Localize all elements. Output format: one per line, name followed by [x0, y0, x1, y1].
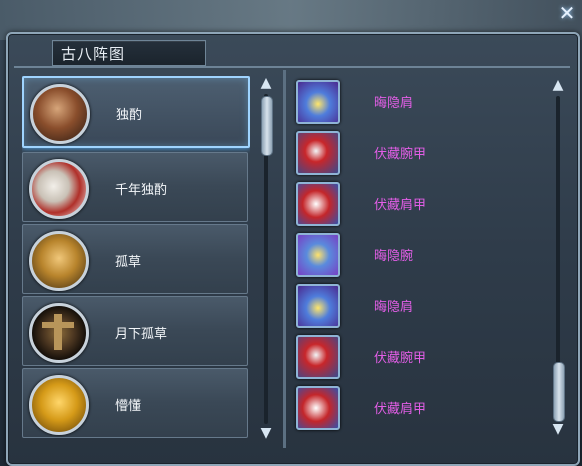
equipment-scrollbar[interactable]: ▲ ▼ — [550, 78, 566, 438]
white-haired-warrior-icon — [29, 159, 89, 219]
scroll-down-icon[interactable]: ▼ — [258, 426, 274, 440]
character-scrollbar[interactable]: ▲ ▼ — [258, 76, 274, 442]
scroll-thumb[interactable] — [553, 362, 565, 422]
pauldron-icon — [296, 284, 340, 328]
close-icon[interactable]: ✕ — [555, 2, 579, 26]
equipment-item[interactable]: 晦隐肩 — [296, 80, 540, 124]
scroll-up-icon[interactable]: ▲ — [258, 76, 274, 90]
character-name: 懵懂 — [115, 399, 142, 414]
warrior-portrait-icon — [30, 84, 90, 144]
equipment-item[interactable]: 伏藏肩甲 — [296, 386, 540, 430]
header-divider — [14, 66, 570, 68]
cross-totem-icon — [29, 303, 89, 363]
golden-helmet-warrior-icon — [29, 231, 89, 291]
equipment-item[interactable]: 晦隐肩 — [296, 284, 540, 328]
equipment-name: 伏藏腕甲 — [374, 147, 427, 162]
character-name: 独酌 — [116, 108, 143, 123]
character-name: 千年独酌 — [115, 183, 168, 198]
character-item[interactable]: 懵懂 — [22, 368, 248, 438]
equipment-item[interactable]: 伏藏肩甲 — [296, 182, 540, 226]
character-name: 孤草 — [115, 255, 142, 270]
bracer-icon — [296, 131, 340, 175]
character-item[interactable]: 孤草 — [22, 224, 248, 294]
character-list: 独酌 千年独酌 孤草 月下孤草 懵懂 — [22, 76, 250, 446]
equipment-name: 晦隐腕 — [374, 249, 414, 264]
golden-armor-warrior-icon — [29, 375, 89, 435]
wrist-guard-icon — [296, 233, 340, 277]
scroll-up-icon[interactable]: ▲ — [550, 78, 566, 92]
scroll-thumb[interactable] — [261, 96, 273, 156]
shoulder-armor-icon — [296, 182, 340, 226]
character-item[interactable]: 独酌 — [22, 76, 250, 148]
scroll-down-icon[interactable]: ▼ — [550, 422, 566, 436]
panel-title: 古八阵图 — [61, 45, 126, 63]
character-item[interactable]: 月下孤草 — [22, 296, 248, 366]
bracer-icon — [296, 335, 340, 379]
equipment-name: 伏藏肩甲 — [374, 402, 427, 417]
equipment-name: 伏藏腕甲 — [374, 351, 427, 366]
shoulder-armor-icon — [296, 386, 340, 430]
pauldron-icon — [296, 80, 340, 124]
equipment-name: 晦隐肩 — [374, 300, 414, 315]
equipment-item[interactable]: 伏藏腕甲 — [296, 335, 540, 379]
panel-title-box: 古八阵图 — [52, 40, 206, 66]
equipment-name: 晦隐肩 — [374, 96, 414, 111]
equipment-name: 伏藏肩甲 — [374, 198, 427, 213]
equipment-item[interactable]: 晦隐腕 — [296, 233, 540, 277]
game-screen: ✕ 古八阵图 独酌 千年独酌 孤草 月下孤草 懵懂 ▲ ▼ 晦隐肩 伏藏腕甲 伏… — [0, 0, 582, 466]
character-item[interactable]: 千年独酌 — [22, 152, 248, 222]
column-divider — [283, 70, 286, 448]
equipment-item[interactable]: 伏藏腕甲 — [296, 131, 540, 175]
character-name: 月下孤草 — [115, 327, 168, 342]
